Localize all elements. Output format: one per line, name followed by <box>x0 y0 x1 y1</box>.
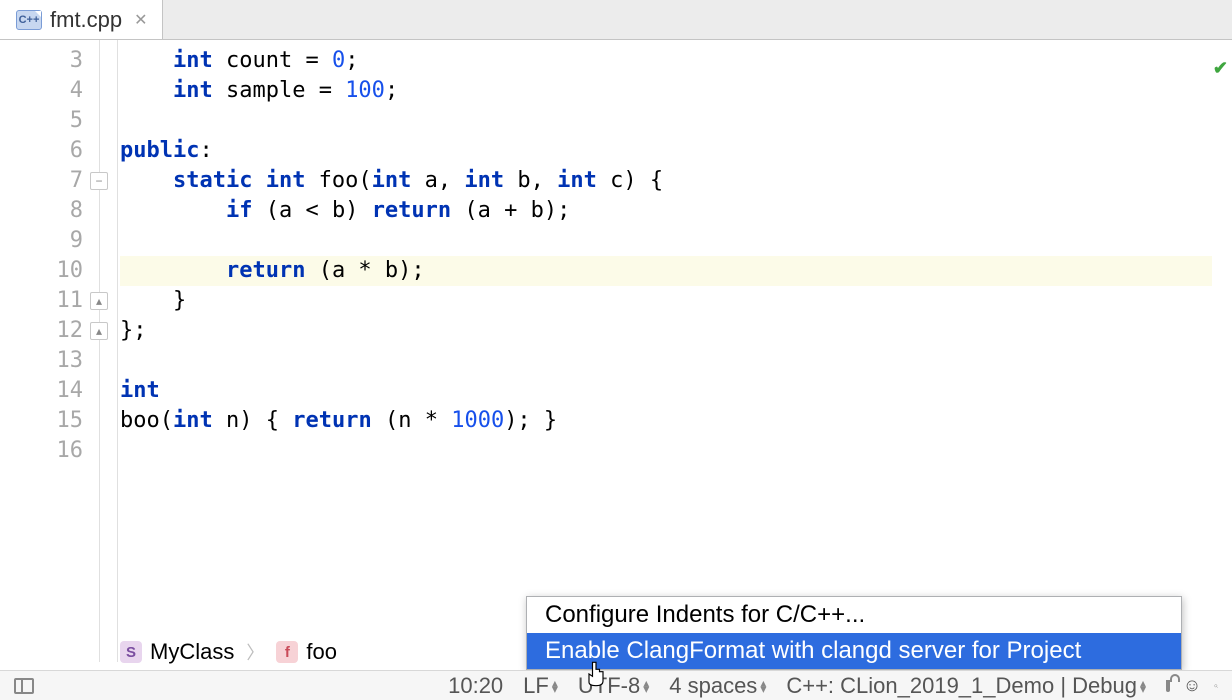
close-icon[interactable]: ✕ <box>130 10 151 30</box>
search-icon[interactable] <box>1206 676 1226 696</box>
code-line[interactable] <box>120 346 1212 376</box>
gutter-line: 4 <box>0 76 83 106</box>
chevrons-icon: ▴▾ <box>643 680 649 692</box>
gutter-line: 8 <box>0 196 83 226</box>
indent-popup-menu: Configure Indents for C/C++...Enable Cla… <box>526 596 1182 670</box>
tab-label: fmt.cpp <box>50 7 122 33</box>
gutter-line: 6 <box>0 136 83 166</box>
layout-icon <box>14 678 34 694</box>
gutter-line: 13 <box>0 346 83 376</box>
gutter-line: 16 <box>0 436 83 466</box>
gutter-line: 10 <box>0 256 83 286</box>
cursor-position[interactable]: 10:20 <box>440 673 511 699</box>
struct-icon: S <box>120 641 142 663</box>
toolwindows-button[interactable] <box>6 678 42 694</box>
tab-fmt-cpp[interactable]: C++ fmt.cpp ✕ <box>0 0 163 39</box>
cpp-file-icon: C++ <box>16 10 42 30</box>
code-line[interactable]: int <box>120 376 1212 406</box>
code-line[interactable] <box>120 436 1212 466</box>
gutter: 345678910111213141516 <box>0 40 100 662</box>
breadcrumb-func-label: foo <box>306 639 337 665</box>
gutter-line: 3 <box>0 46 83 76</box>
code-line[interactable]: int count = 0; <box>120 46 1212 76</box>
code-line[interactable] <box>120 106 1212 136</box>
code-line[interactable]: }; <box>120 316 1212 346</box>
fold-marker[interactable]: ▴ <box>90 292 108 310</box>
lock-icon[interactable] <box>1158 676 1178 696</box>
encoding[interactable]: UTF-8▴▾ <box>570 673 657 699</box>
chevrons-icon: ▴▾ <box>1140 680 1146 692</box>
code-line[interactable]: public: <box>120 136 1212 166</box>
code-line[interactable]: int sample = 100; <box>120 76 1212 106</box>
gutter-line: 14 <box>0 376 83 406</box>
gutter-line: 7 <box>0 166 83 196</box>
chevron-right-icon: 〉 <box>246 639 264 665</box>
chevrons-icon: ▴▾ <box>760 680 766 692</box>
fold-marker[interactable]: − <box>90 172 108 190</box>
code-line[interactable]: return (a * b); <box>120 256 1212 286</box>
line-ending[interactable]: LF▴▾ <box>515 673 566 699</box>
gutter-line: 5 <box>0 106 83 136</box>
gutter-line: 15 <box>0 406 83 436</box>
code-line[interactable]: } <box>120 286 1212 316</box>
breadcrumb-class[interactable]: S MyClass <box>120 639 234 665</box>
function-icon: f <box>276 641 298 663</box>
editor: 345678910111213141516 −▴▴ int count = 0;… <box>0 40 1232 662</box>
gutter-line: 9 <box>0 226 83 256</box>
breadcrumb: S MyClass 〉 f foo <box>120 634 337 670</box>
code-line[interactable] <box>120 226 1212 256</box>
code-line[interactable]: boo(int n) { return (n * 1000); } <box>120 406 1212 436</box>
status-bar: 10:20 LF▴▾ UTF-8▴▾ 4 spaces▴▾ C++: CLion… <box>0 670 1232 700</box>
inspector-icon[interactable]: ☺ <box>1182 676 1202 696</box>
fold-marker[interactable]: ▴ <box>90 322 108 340</box>
inspection-ok-icon: ✔ <box>1213 58 1228 79</box>
breadcrumb-class-label: MyClass <box>150 639 234 665</box>
code-line[interactable]: if (a < b) return (a + b); <box>120 196 1212 226</box>
tab-bar: C++ fmt.cpp ✕ <box>0 0 1232 40</box>
popup-item-configure-indents[interactable]: Configure Indents for C/C++... <box>527 597 1181 633</box>
run-config[interactable]: C++: CLion_2019_1_Demo | Debug▴▾ <box>778 673 1154 699</box>
gutter-line: 11 <box>0 286 83 316</box>
chevrons-icon: ▴▾ <box>552 680 558 692</box>
breadcrumb-func[interactable]: f foo <box>276 639 337 665</box>
gutter-line: 12 <box>0 316 83 346</box>
indent-setting[interactable]: 4 spaces▴▾ <box>661 673 774 699</box>
popup-item-enable-clangformat[interactable]: Enable ClangFormat with clangd server fo… <box>527 633 1181 669</box>
inspection-rail: ✔ <box>1212 40 1232 662</box>
code-line[interactable]: static int foo(int a, int b, int c) { <box>120 166 1212 196</box>
fold-column: −▴▴ <box>100 40 118 662</box>
code-area[interactable]: int count = 0; int sample = 100;public: … <box>118 40 1212 662</box>
